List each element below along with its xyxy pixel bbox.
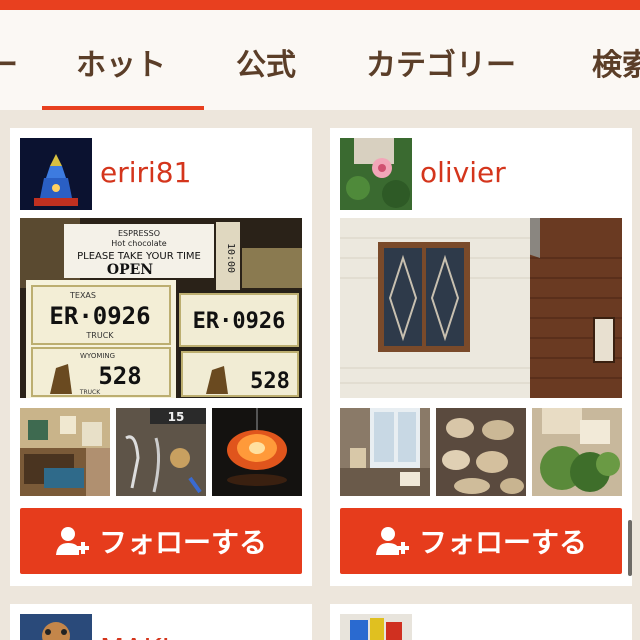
avatar-flower-image <box>340 138 412 210</box>
user-card-maki: MAKI <box>10 604 312 640</box>
avatar-castle-image <box>20 138 92 210</box>
thumbnail-2[interactable]: 15 <box>116 408 206 496</box>
tab-hot[interactable]: ホット <box>76 40 166 84</box>
tab-search[interactable]: 検索 <box>592 40 640 84</box>
main-photo[interactable] <box>340 218 622 398</box>
wall-tools-image: 15 <box>116 408 206 496</box>
thumbnail-1[interactable] <box>20 408 110 496</box>
plate3-number: 528 <box>98 362 141 390</box>
scrollbar[interactable] <box>628 520 632 576</box>
avatar[interactable] <box>340 138 412 210</box>
thumbnail-3[interactable] <box>532 408 622 496</box>
plate1-state: TEXAS <box>69 291 96 300</box>
svg-text:528: 528 <box>250 369 290 394</box>
avatar-animal-image <box>20 614 92 640</box>
plate2-number: ER·0926 <box>193 309 286 334</box>
svg-text:15: 15 <box>168 410 185 424</box>
sign-espresso: ESPRESSO <box>118 229 160 238</box>
tab-official[interactable]: 公式 <box>236 40 296 84</box>
avatar-colorful-image <box>340 614 412 640</box>
follow-label: フォローする <box>98 526 267 559</box>
license-plates-photo: ESPRESSO Hot chocolate PLEASE TAKE YOUR … <box>20 218 302 398</box>
plate1-number: ER·0926 <box>49 302 150 330</box>
username[interactable]: eriri81 <box>100 156 191 189</box>
plate3-sub: TRUCK <box>79 389 101 396</box>
room-interior-image <box>20 408 110 496</box>
tab-previous[interactable]: ー <box>0 40 18 84</box>
plate3-state: WYOMING <box>80 352 115 360</box>
add-user-icon <box>375 527 409 555</box>
thumbnail-2[interactable] <box>436 408 526 496</box>
username[interactable]: olivier <box>420 156 506 189</box>
user-card-olivier: olivier フォローする <box>330 128 632 586</box>
tab-category[interactable]: カテゴリー <box>366 40 516 84</box>
user-card-4: c <box>330 604 632 640</box>
avatar[interactable] <box>20 614 92 640</box>
window-shelf-image <box>340 408 430 496</box>
username[interactable]: MAKI <box>100 632 170 640</box>
follow-button[interactable]: フォローする <box>20 508 302 574</box>
sign-please-take: PLEASE TAKE YOUR TIME <box>77 251 201 262</box>
active-tab-indicator <box>42 106 204 110</box>
add-user-icon <box>55 527 89 555</box>
follow-label: フォローする <box>418 526 587 559</box>
follow-button[interactable]: フォローする <box>340 508 622 574</box>
shoe-lasts-image <box>436 408 526 496</box>
avatar[interactable] <box>340 614 412 640</box>
user-card-eriri81: eriri81 ESPRESSO Hot chocolate PLEASE TA… <box>10 128 312 586</box>
sign-hot-chocolate: Hot chocolate <box>111 239 167 248</box>
tab-bar: ー ホット 公式 カテゴリー 検索 <box>0 10 640 110</box>
clock-sign: 10:00 <box>225 243 236 273</box>
thumbnail-1[interactable] <box>340 408 430 496</box>
thumbnail-3[interactable] <box>212 408 302 496</box>
avatar[interactable] <box>20 138 92 210</box>
sign-open: OPEN <box>107 262 153 278</box>
main-photo[interactable]: ESPRESSO Hot chocolate PLEASE TAKE YOUR … <box>20 218 302 398</box>
orange-lamp-image <box>212 408 302 496</box>
username[interactable]: c <box>420 632 435 640</box>
plate1-sub: TRUCK <box>85 331 114 340</box>
garden-sign-image <box>532 408 622 496</box>
top-accent-bar <box>0 0 640 10</box>
house-window-photo <box>340 218 622 398</box>
